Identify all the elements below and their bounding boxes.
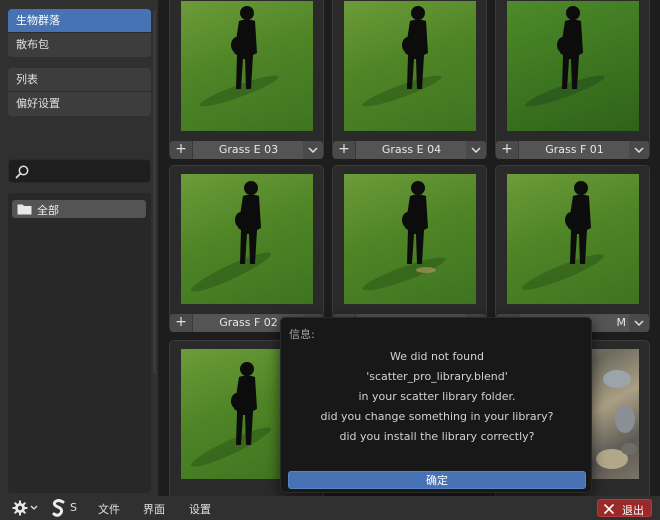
add-button[interactable]: + xyxy=(333,141,355,159)
menu-file[interactable]: 文件 xyxy=(98,501,120,517)
chevron-down-icon xyxy=(471,147,481,153)
ok-button[interactable]: 确定 xyxy=(288,471,586,489)
asset-dropdown[interactable] xyxy=(629,314,649,332)
view-tabs: 列表 偏好设置 xyxy=(8,68,151,116)
silhouette-figure xyxy=(191,181,271,292)
asset-card[interactable]: + Grass F 02 xyxy=(169,165,324,332)
scatter-logo[interactable]: S xyxy=(52,499,82,517)
asset-card[interactable]: + xyxy=(332,165,487,332)
dialog-line: did you install the library correctly? xyxy=(339,430,535,443)
asset-name[interactable]: Grass E 03 xyxy=(192,141,305,159)
sidebar: 生物群落 散布包 列表 偏好设置 全部 xyxy=(0,0,158,496)
silhouette-figure xyxy=(362,6,442,107)
add-button[interactable]: + xyxy=(170,314,192,332)
asset-bar: + Grass E 04 xyxy=(333,141,486,159)
asset-bar: + Grass F 01 xyxy=(496,141,649,159)
silhouette-figure xyxy=(525,6,605,107)
dialog-line: 'scatter_pro_library.blend' xyxy=(366,370,508,383)
menu-settings[interactable]: 设置 xyxy=(189,501,211,517)
bottom-bar: S 文件 界面 设置 退出 xyxy=(0,496,660,520)
chevron-down-icon xyxy=(308,147,318,153)
silhouette-figure xyxy=(199,6,279,107)
asset-thumbnail[interactable] xyxy=(181,174,313,304)
asset-thumbnail[interactable] xyxy=(507,1,639,131)
tab-list[interactable]: 列表 xyxy=(8,68,151,92)
settings-menu-button[interactable] xyxy=(8,499,40,517)
asset-thumbnail[interactable] xyxy=(181,1,313,131)
asset-thumbnail[interactable] xyxy=(507,174,639,304)
chevron-down-icon xyxy=(634,320,644,326)
sidebar-splitter[interactable] xyxy=(153,10,156,374)
silhouette-figure xyxy=(522,181,604,290)
chevron-down-icon xyxy=(634,147,644,153)
tab-scatpacks[interactable]: 散布包 xyxy=(8,33,151,57)
silhouette-figure xyxy=(362,181,446,291)
chevron-down-icon xyxy=(30,505,38,510)
asset-dropdown[interactable] xyxy=(629,141,649,159)
gear-icon xyxy=(12,500,28,516)
close-icon xyxy=(604,504,614,514)
tab-biomes[interactable]: 生物群落 xyxy=(8,9,151,33)
category-tabs: 生物群落 散布包 xyxy=(8,9,151,57)
asset-thumbnail[interactable] xyxy=(344,174,476,304)
tree-item-label: 全部 xyxy=(37,204,59,217)
dialog-line: in your scatter library folder. xyxy=(358,390,516,403)
folder-tree: 全部 xyxy=(8,193,151,493)
scatter-logo-icon xyxy=(52,499,65,517)
menu-interface[interactable]: 界面 xyxy=(143,501,165,517)
exit-label: 退出 xyxy=(622,504,644,517)
asset-thumbnail[interactable] xyxy=(344,1,476,131)
logo-label: S xyxy=(70,501,77,514)
tree-item-all[interactable]: 全部 xyxy=(12,200,146,218)
dialog-line: We did not found xyxy=(389,350,485,363)
info-dialog: 信息: We did not found 'scatter_pro_librar… xyxy=(280,317,592,493)
dialog-line: did you change something in your library… xyxy=(320,410,554,423)
asset-card[interactable]: + Grass E 04 xyxy=(332,0,487,159)
folder-icon xyxy=(17,204,32,215)
asset-dropdown[interactable] xyxy=(466,141,486,159)
add-button[interactable]: + xyxy=(496,141,518,159)
search-icon xyxy=(15,165,29,179)
search-field[interactable] xyxy=(8,159,151,183)
asset-card[interactable]: + Grass F 01 xyxy=(495,0,650,159)
search-input[interactable] xyxy=(35,162,145,180)
tab-preferences[interactable]: 偏好设置 xyxy=(8,92,151,116)
asset-bar: + Grass E 03 xyxy=(170,141,323,159)
asset-dropdown[interactable] xyxy=(303,141,323,159)
exit-button[interactable]: 退出 xyxy=(597,499,652,517)
asset-name[interactable]: Grass F 01 xyxy=(518,141,631,159)
asset-card[interactable]: + Grass E 03 xyxy=(169,0,324,159)
add-button[interactable]: + xyxy=(170,141,192,159)
asset-name[interactable]: Grass E 04 xyxy=(355,141,468,159)
asset-card[interactable]: + M xyxy=(495,165,650,332)
dialog-title: 信息: xyxy=(289,328,315,341)
